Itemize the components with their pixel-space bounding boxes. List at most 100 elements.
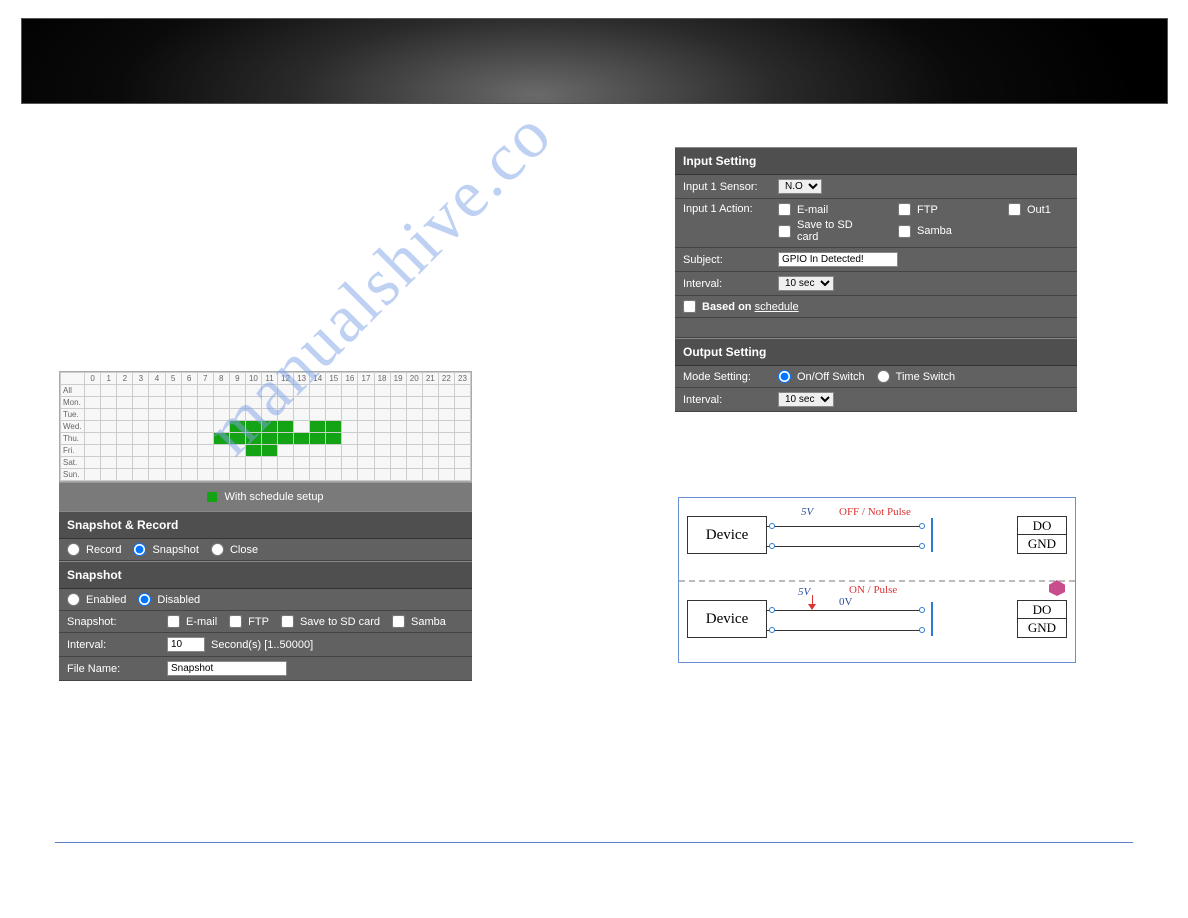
schedule-cell[interactable] [294,421,310,433]
schedule-cell[interactable] [278,469,294,481]
schedule-cell[interactable] [326,397,342,409]
schedule-cell[interactable] [374,445,390,457]
schedule-cell[interactable] [101,397,117,409]
schedule-cell[interactable] [406,397,422,409]
schedule-cell[interactable] [261,409,277,421]
radio-onoff[interactable]: On/Off Switch [778,370,865,383]
schedule-cell[interactable] [165,397,181,409]
radio-snapshot[interactable]: Snapshot [133,543,198,556]
schedule-cell[interactable] [422,433,438,445]
schedule-cell[interactable] [165,409,181,421]
schedule-cell[interactable] [438,409,454,421]
schedule-cell[interactable] [85,433,101,445]
schedule-cell[interactable] [342,397,358,409]
radio-record[interactable]: Record [67,543,121,556]
schedule-cell[interactable] [390,409,406,421]
schedule-cell[interactable] [197,409,213,421]
schedule-cell[interactable] [245,469,261,481]
schedule-cell[interactable] [406,445,422,457]
schedule-cell[interactable] [165,421,181,433]
check-email[interactable]: E-mail [167,615,217,628]
schedule-cell[interactable] [181,445,197,457]
schedule-cell[interactable] [326,385,342,397]
schedule-cell[interactable] [165,385,181,397]
schedule-cell[interactable] [390,433,406,445]
schedule-cell[interactable] [342,385,358,397]
schedule-cell[interactable] [165,457,181,469]
schedule-cell[interactable] [149,445,165,457]
schedule-cell[interactable] [342,457,358,469]
schedule-cell[interactable] [85,397,101,409]
schedule-cell[interactable] [101,469,117,481]
sensor-select[interactable]: N.O [778,179,822,194]
schedule-cell[interactable] [229,445,245,457]
input-interval-select[interactable]: 10 sec [778,276,834,291]
schedule-cell[interactable] [101,433,117,445]
schedule-cell[interactable] [181,409,197,421]
schedule-cell[interactable] [454,433,470,445]
schedule-cell[interactable] [181,433,197,445]
schedule-cell[interactable] [85,469,101,481]
schedule-cell[interactable] [245,397,261,409]
check-samba[interactable]: Samba [898,219,952,243]
schedule-cell[interactable] [422,457,438,469]
schedule-cell[interactable] [278,433,294,445]
radio-enabled[interactable]: Enabled [67,593,126,606]
schedule-cell[interactable] [101,421,117,433]
schedule-cell[interactable] [438,469,454,481]
schedule-cell[interactable] [245,433,261,445]
schedule-cell[interactable] [374,457,390,469]
schedule-cell[interactable] [133,385,149,397]
schedule-cell[interactable] [213,421,229,433]
schedule-cell[interactable] [229,433,245,445]
schedule-cell[interactable] [406,421,422,433]
schedule-cell[interactable] [278,457,294,469]
schedule-cell[interactable] [278,385,294,397]
schedule-cell[interactable] [245,385,261,397]
schedule-cell[interactable] [326,457,342,469]
schedule-cell[interactable] [261,445,277,457]
schedule-cell[interactable] [294,409,310,421]
schedule-cell[interactable] [165,445,181,457]
schedule-cell[interactable] [358,421,374,433]
schedule-cell[interactable] [197,397,213,409]
schedule-cell[interactable] [422,385,438,397]
schedule-cell[interactable] [358,385,374,397]
schedule-cell[interactable] [133,409,149,421]
schedule-cell[interactable] [85,445,101,457]
schedule-cell[interactable] [278,445,294,457]
schedule-cell[interactable] [454,445,470,457]
schedule-cell[interactable] [197,421,213,433]
schedule-cell[interactable] [310,397,326,409]
schedule-cell[interactable] [438,445,454,457]
schedule-cell[interactable] [101,445,117,457]
check-samba[interactable]: Samba [392,615,446,628]
schedule-cell[interactable] [101,385,117,397]
schedule-cell[interactable] [390,469,406,481]
schedule-cell[interactable] [422,445,438,457]
check-sd[interactable]: Save to SD card [281,615,380,628]
schedule-cell[interactable] [197,469,213,481]
check-ftp[interactable]: FTP [229,615,269,628]
output-interval-select[interactable]: 10 sec [778,392,834,407]
schedule-cell[interactable] [197,385,213,397]
schedule-cell[interactable] [181,457,197,469]
schedule-cell[interactable] [422,469,438,481]
schedule-cell[interactable] [454,385,470,397]
schedule-cell[interactable] [101,409,117,421]
schedule-cell[interactable] [261,469,277,481]
schedule-cell[interactable] [261,457,277,469]
schedule-cell[interactable] [342,409,358,421]
schedule-cell[interactable] [213,433,229,445]
schedule-cell[interactable] [294,397,310,409]
schedule-cell[interactable] [181,421,197,433]
schedule-cell[interactable] [438,433,454,445]
schedule-cell[interactable] [213,445,229,457]
schedule-cell[interactable] [133,433,149,445]
check-based-on-schedule[interactable]: Based on schedule [683,300,799,313]
schedule-cell[interactable] [326,469,342,481]
schedule-cell[interactable] [261,433,277,445]
check-sd[interactable]: Save to SD card [778,219,868,243]
schedule-cell[interactable] [438,457,454,469]
schedule-cell[interactable] [117,385,133,397]
